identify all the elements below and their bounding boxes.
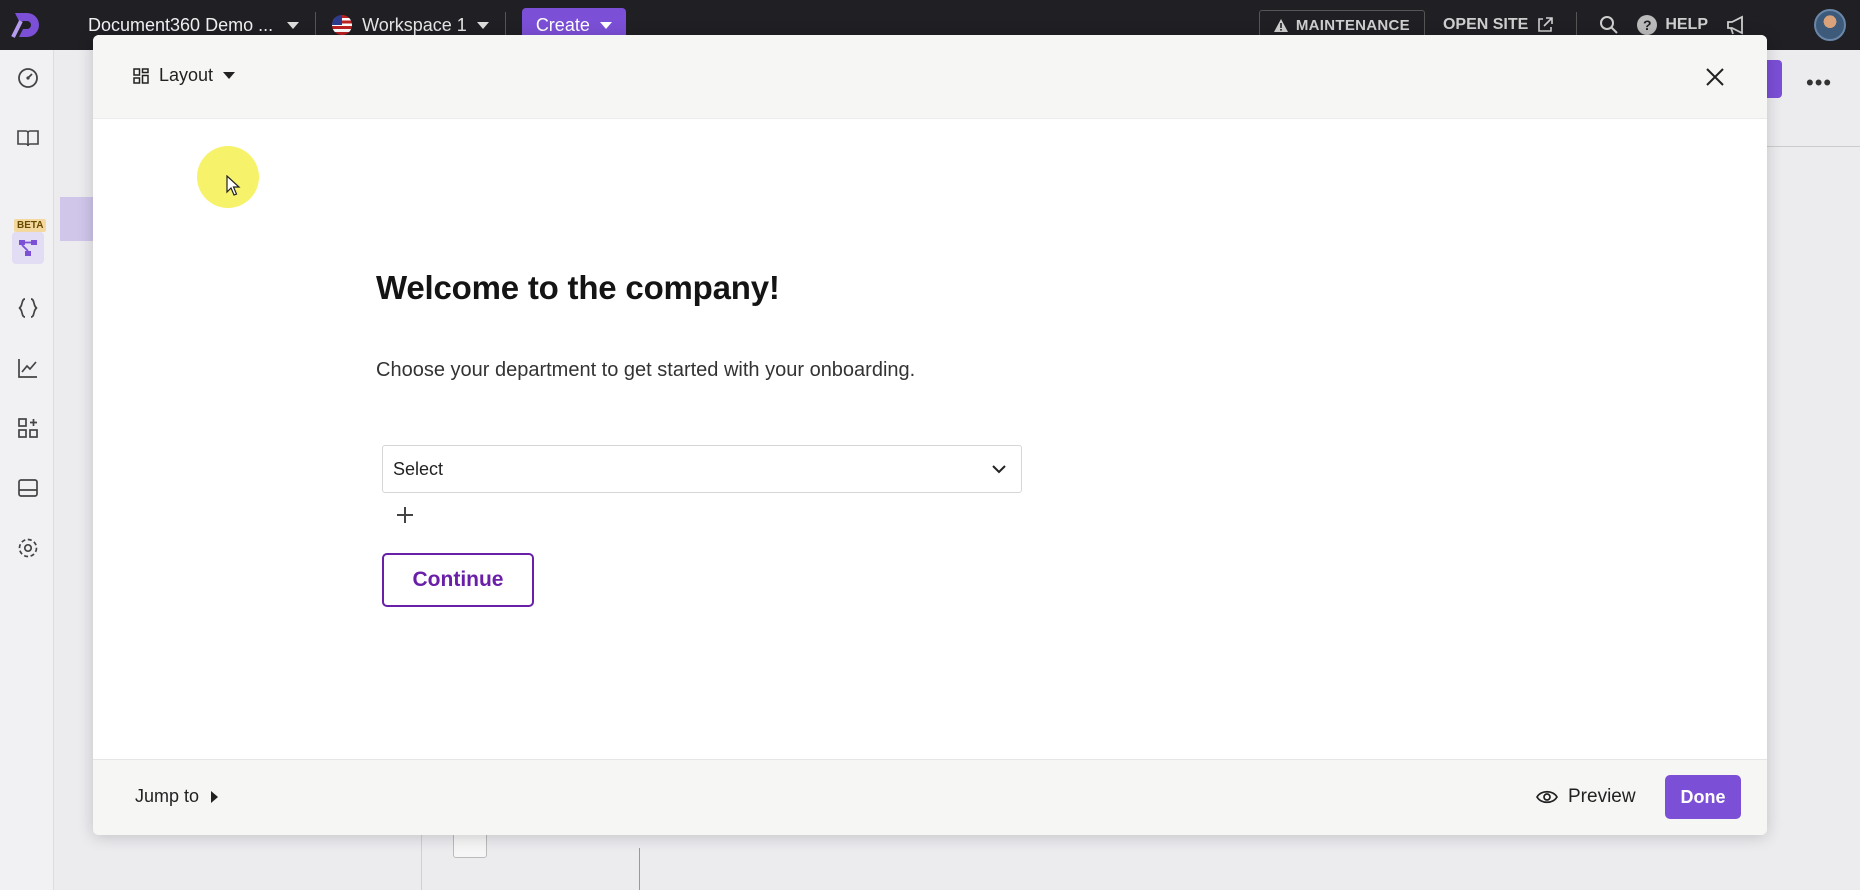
- preview-button[interactable]: Preview: [1536, 786, 1636, 808]
- help-icon: ?: [1637, 15, 1658, 35]
- create-label: Create: [535, 14, 590, 35]
- page-title: Welcome to the company!: [376, 269, 780, 306]
- maintenance-label: MAINTENANCE: [1295, 16, 1410, 34]
- project-selector[interactable]: Document360 Demo ...: [88, 14, 300, 36]
- settings-icon[interactable]: [16, 536, 40, 560]
- chevron-down-icon: [476, 21, 489, 29]
- left-rail: BETA: [0, 50, 54, 890]
- dashboard-icon[interactable]: [16, 66, 40, 90]
- open-site-link[interactable]: OPEN SITE: [1443, 16, 1554, 34]
- page-subtitle: Choose your department to get started wi…: [376, 359, 916, 381]
- background-divider: [639, 848, 640, 890]
- chevron-right-icon: [211, 790, 219, 803]
- avatar[interactable]: [1814, 9, 1846, 41]
- project-name: Document360 Demo ...: [88, 14, 274, 35]
- help-label: HELP: [1665, 16, 1708, 33]
- done-button[interactable]: Done: [1665, 775, 1741, 819]
- integrations-icon[interactable]: [16, 416, 40, 440]
- documentation-icon[interactable]: [16, 126, 40, 150]
- more-options-icon[interactable]: •••: [1806, 70, 1832, 96]
- external-link-icon: [1538, 17, 1554, 32]
- modal-body: Welcome to the company! Choose your depa…: [93, 119, 1767, 759]
- mouse-cursor-icon: [226, 175, 241, 196]
- us-flag-icon: [332, 15, 353, 35]
- select-value: Select: [393, 458, 444, 479]
- open-site-label: OPEN SITE: [1442, 16, 1529, 33]
- background-divider: [1766, 146, 1860, 147]
- modal-footer: Jump to Preview Done: [93, 759, 1767, 835]
- workflow-icon[interactable]: [16, 236, 40, 260]
- chevron-down-icon: [223, 72, 236, 79]
- continue-button[interactable]: Continue: [382, 553, 534, 607]
- chevron-down-icon: [992, 465, 1006, 474]
- layout-dropdown[interactable]: Layout: [133, 65, 236, 86]
- layout-label: Layout: [159, 65, 214, 85]
- chevron-down-icon: [599, 21, 612, 29]
- document360-logo[interactable]: [0, 0, 50, 50]
- modal-header: Layout: [93, 35, 1767, 119]
- analytics-icon[interactable]: [16, 356, 40, 380]
- jump-to-label: Jump to: [135, 786, 200, 806]
- jump-to-button[interactable]: Jump to: [135, 786, 219, 807]
- close-icon[interactable]: [1703, 65, 1727, 89]
- beta-badge: BETA: [14, 219, 47, 232]
- workspace-name: Workspace 1: [362, 14, 467, 35]
- help-button[interactable]: ? HELP: [1637, 15, 1708, 35]
- department-select[interactable]: Select: [382, 445, 1022, 493]
- chevron-down-icon: [287, 21, 300, 29]
- megaphone-icon[interactable]: [1726, 15, 1748, 35]
- api-icon[interactable]: [16, 296, 40, 320]
- add-option-icon[interactable]: [393, 503, 417, 527]
- preview-label: Preview: [1568, 786, 1636, 807]
- workspace-selector[interactable]: Workspace 1: [332, 15, 489, 36]
- search-icon[interactable]: [1599, 15, 1619, 35]
- background-highlight: [60, 197, 96, 241]
- page-editor-modal: Layout Welcome to the company! Choose yo…: [93, 35, 1767, 835]
- eye-icon: [1536, 790, 1558, 804]
- warning-icon: [1273, 18, 1288, 32]
- widget-icon[interactable]: [16, 476, 40, 500]
- layout-icon: [133, 67, 149, 84]
